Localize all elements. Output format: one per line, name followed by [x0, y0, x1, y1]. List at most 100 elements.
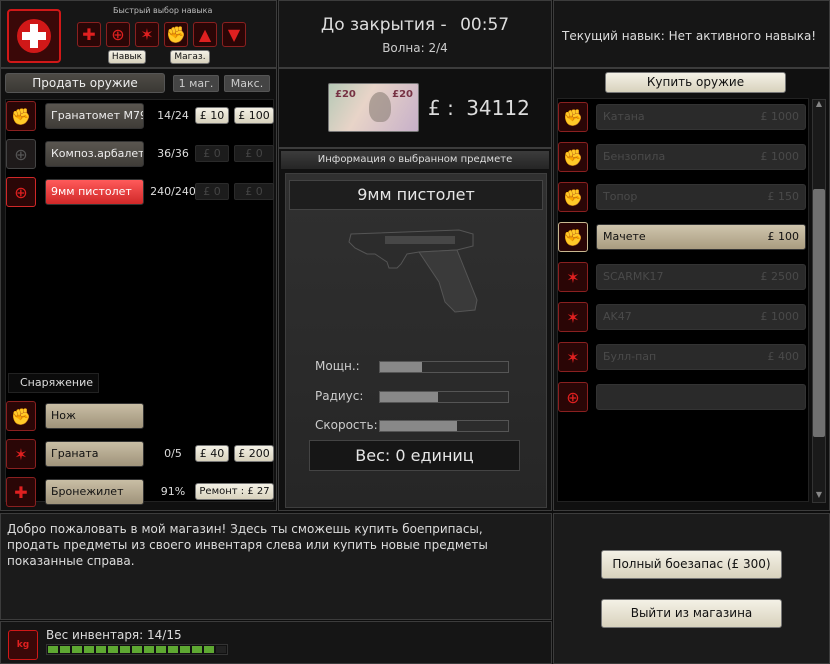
buy-row-bullpup[interactable]: ✶ Булл-пап £ 400 [558, 341, 806, 373]
radius-label: Радиус: [315, 389, 364, 403]
equip-ammo: 0/5 [164, 447, 182, 460]
actions-panel: Полный боезапас (£ 300) Выйти из магазин… [553, 513, 830, 664]
equip-row-knife[interactable]: ✊ Нож [5, 400, 275, 432]
item-price: £ 150 [767, 190, 800, 203]
crosshair-icon: ⊕ [558, 382, 588, 412]
buy-weapon-header: Купить оружие [605, 72, 786, 93]
banknote-portrait [369, 92, 391, 122]
inventory-weight-cell [144, 646, 154, 653]
item-name: Бензопила [603, 150, 666, 163]
buy-row-scar[interactable]: ✶ SCARMK17 £ 2500 [558, 261, 806, 293]
wave-counter: Волна: 2/4 [382, 41, 448, 55]
item-name: Топор [603, 190, 638, 203]
sell-max-price[interactable]: £ 0 [234, 183, 274, 200]
equip-name[interactable]: Нож [45, 403, 144, 429]
inventory-weight-cell [48, 646, 58, 653]
buy-row-axe[interactable]: ✊ Топор £ 150 [558, 181, 806, 213]
exit-shop-button[interactable]: Выйти из магазина [601, 599, 782, 628]
buy-item[interactable]: AK47 £ 1000 [596, 304, 806, 330]
info-panel: Информация о выбранном предмете 9мм пист… [278, 148, 552, 511]
inventory-weight-cell [84, 646, 94, 653]
equip-name[interactable]: Бронежилет [45, 479, 144, 505]
shop-button[interactable]: Магаз. [170, 50, 210, 64]
buy-item[interactable]: Топор £ 150 [596, 184, 806, 210]
weapon-name[interactable]: Гранатомет M79 [45, 103, 144, 129]
weapon-name[interactable]: 9мм пистолет [45, 179, 144, 205]
sell-mag-price[interactable]: £ 0 [195, 145, 229, 162]
skill-slot-medic[interactable]: ✚ [77, 22, 101, 47]
current-skill-text: Текущий навык: Нет активного навыка! [562, 29, 817, 43]
repair-button[interactable]: Ремонт : £ 27 [195, 483, 274, 500]
skill-button[interactable]: Навык [108, 50, 146, 64]
fist-icon: ✊ [558, 222, 588, 252]
skill-slot-star[interactable]: ✶ [135, 22, 159, 47]
inventory-weight-bar [46, 644, 228, 655]
inventory-weight-cell [204, 646, 214, 653]
sell-max-price[interactable]: £ 100 [234, 107, 274, 124]
max-button[interactable]: Макс. [224, 75, 270, 92]
crosshair-icon: ⊕ [6, 139, 36, 169]
weapon-ammo: 240/240 [150, 185, 196, 198]
radius-bar [379, 391, 509, 403]
one-mag-button[interactable]: 1 маг. [173, 75, 219, 92]
buy-item[interactable]: SCARMK17 £ 2500 [596, 264, 806, 290]
medic-cross-icon: ✚ [6, 477, 36, 507]
speed-label: Скорость: [315, 418, 378, 432]
item-name: SCARMK17 [603, 270, 664, 283]
sell-mag-price[interactable]: £ 0 [195, 183, 229, 200]
inventory-weight-cell [60, 646, 70, 653]
item-price: £ 1000 [760, 110, 800, 123]
medic-skill-icon[interactable] [7, 9, 61, 63]
equip-row-grenade[interactable]: ✶ Граната 0/5 £ 40 £ 200 [5, 438, 275, 470]
skill-slot-flame[interactable]: ▲ [193, 22, 217, 47]
power-bar [379, 361, 509, 373]
sell-row-m79[interactable]: ✊ Гранатомет M79 14/24 £ 10 £ 100 [5, 100, 275, 132]
weapon-ammo: 36/36 [157, 147, 189, 160]
item-price: £ 400 [767, 350, 800, 363]
welcome-message: Добро пожаловать в мой магазин! Здесь ты… [7, 522, 488, 568]
info-panel-title: Информация о выбранном предмете [281, 151, 549, 169]
equip-name[interactable]: Граната [45, 441, 144, 467]
sell-row-pistol[interactable]: ⊕ 9мм пистолет 240/240 £ 0 £ 0 [5, 176, 275, 208]
item-price: £ 1000 [760, 310, 800, 323]
inventory-weight-cell [180, 646, 190, 653]
full-ammo-button[interactable]: Полный боезапас (£ 300) [601, 550, 782, 579]
weapon-name[interactable]: Композ.арбалет [45, 141, 144, 167]
skill-slot-heavy[interactable]: ▼ [222, 22, 246, 47]
star-icon: ✶ [6, 439, 36, 469]
buy-item[interactable]: Бензопила £ 1000 [596, 144, 806, 170]
inventory-weight-cell [72, 646, 82, 653]
item-price: £ 100 [767, 230, 800, 243]
item-name: Катана [603, 110, 645, 123]
scrollbar-thumb[interactable] [813, 189, 825, 437]
inventory-weight-cell [168, 646, 178, 653]
skill-slot-crosshair[interactable]: ⊕ [106, 22, 130, 47]
buy-item[interactable]: Мачете £ 100 [596, 224, 806, 250]
buy-row-chainsaw[interactable]: ✊ Бензопила £ 1000 [558, 141, 806, 173]
sell-max-price[interactable]: £ 200 [234, 445, 274, 462]
buy-row-empty[interactable]: ⊕ [558, 381, 806, 413]
buy-row-machete[interactable]: ✊ Мачете £ 100 [558, 221, 806, 253]
equip-row-armor[interactable]: ✚ Бронежилет 91% Ремонт : £ 27 [5, 476, 275, 508]
equipment-label: Снаряжение [8, 373, 99, 393]
sell-mag-price[interactable]: £ 10 [195, 107, 229, 124]
buy-item[interactable] [596, 384, 806, 410]
scroll-down-arrow[interactable]: ▼ [813, 490, 825, 502]
sell-max-price[interactable]: £ 0 [234, 145, 274, 162]
buy-item[interactable]: Булл-пап £ 400 [596, 344, 806, 370]
skill-slot-fist[interactable]: ✊ [164, 22, 188, 47]
speed-bar-fill [380, 421, 457, 431]
scroll-up-arrow[interactable]: ▲ [813, 99, 825, 111]
sell-mag-price[interactable]: £ 40 [195, 445, 229, 462]
item-name: AK47 [603, 310, 632, 323]
sell-panel: Продать оружие 1 маг. Макс. ✊ Гранатомет… [0, 68, 277, 511]
banknote-icon: £20 £20 [328, 83, 419, 132]
buy-item[interactable]: Катана £ 1000 [596, 104, 806, 130]
money-symbol: £ : [428, 96, 454, 120]
power-bar-fill [380, 362, 423, 372]
buy-row-ak47[interactable]: ✶ AK47 £ 1000 [558, 301, 806, 333]
crosshair-icon: ⊕ [6, 177, 36, 207]
sell-row-crossbow[interactable]: ⊕ Композ.арбалет 36/36 £ 0 £ 0 [5, 138, 275, 170]
buy-row-katana[interactable]: ✊ Катана £ 1000 [558, 101, 806, 133]
equip-ammo: 91% [160, 485, 186, 498]
